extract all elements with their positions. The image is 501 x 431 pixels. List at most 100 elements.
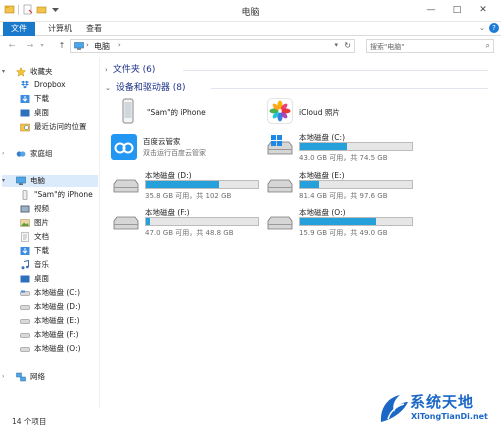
watermark-logo-icon [380,395,408,422]
sidebar-item-drive-o[interactable]: 本地磁盘 (O:) [20,343,81,355]
item-count: 14 个项目 [12,417,47,426]
breadcrumb-separator-icon[interactable]: › [86,41,89,49]
downloads-icon [20,247,30,255]
help-button[interactable]: ? [489,23,499,33]
sidebar-item-network[interactable]: › 网络 [2,371,45,383]
sidebar-item-recent-places[interactable]: 最近访问的位置 [20,121,87,133]
drive-icon [20,305,30,310]
expand-icon[interactable]: › [2,148,4,160]
computer-icon [74,42,84,50]
search-box[interactable]: ⌕ [366,39,494,53]
address-bar[interactable]: › 电脑 › ▾ ↻ [70,39,355,53]
drive-e[interactable]: 本地磁盘 (E:) 81.4 GB 可用，共 97.6 GB [267,170,417,200]
videos-icon [20,205,30,213]
sidebar-item-label: 本地磁盘 (D:) [34,302,81,311]
device-name: 百度云管家 [143,137,181,146]
sidebar-item-label: 桌面 [34,108,49,117]
group-title: 设备和驱动器 (8) [115,83,186,93]
device-name: "Sam"的 iPhone [147,108,206,117]
sidebar-item-label: 桌面 [34,274,49,283]
drive-f[interactable]: 本地磁盘 (F:) 47.0 GB 可用，共 48.8 GB [113,207,263,237]
sidebar-item-documents[interactable]: 文档 [20,231,49,243]
group-divider [183,70,488,71]
sidebar-item-pc-downloads[interactable]: 下载 [20,245,49,257]
sidebar-item-drive-c[interactable]: 本地磁盘 (C:) [20,287,80,299]
breadcrumb-chevron-icon[interactable]: › [118,41,121,49]
ribbon: 文件 计算机 查看 ⌄ ? [0,22,501,36]
sidebar-item-label: 本地磁盘 (E:) [34,316,80,325]
sidebar-item-dropbox[interactable]: Dropbox [20,79,66,91]
refresh-icon[interactable]: ↻ [344,41,351,50]
tab-computer[interactable]: 计算机 [40,22,80,36]
sidebar-item-music[interactable]: 音乐 [20,259,49,271]
sidebar-item-this-pc[interactable]: ▾ 电脑 [2,175,98,187]
minimize-button[interactable]: — [419,2,443,17]
baidu-cloud-icon [111,134,137,160]
expand-icon[interactable]: › [2,371,4,383]
forward-button[interactable]: → [24,40,36,52]
close-button[interactable]: ✕ [471,2,495,17]
folders-group-header[interactable]: › 文件夹 (6) [105,64,155,76]
drive-usage-fill [300,143,348,150]
sidebar-item-desktop[interactable]: 桌面 [20,107,49,119]
collapse-chevron-icon[interactable]: › [105,64,108,76]
sidebar-item-favorites[interactable]: ▾ 收藏夹 [2,66,53,78]
sidebar-item-label: 视频 [34,204,49,213]
drive-space-text: 47.0 GB 可用，共 48.8 GB [145,229,234,237]
sidebar-item-drive-d[interactable]: 本地磁盘 (D:) [20,301,81,313]
sidebar-item-label: 下载 [34,94,49,103]
drive-icon [20,319,30,324]
expand-icon[interactable]: ▾ [2,66,5,78]
breadcrumb[interactable]: 电脑 [94,41,110,52]
search-input[interactable] [370,41,470,52]
drive-d[interactable]: 本地磁盘 (D:) 35.8 GB 可用，共 102 GB [113,170,263,200]
expand-icon[interactable]: ▾ [2,175,5,187]
sidebar-item-drive-f[interactable]: 本地磁盘 (F:) [20,329,79,341]
title-bar: 电脑 — □ ✕ [0,0,501,22]
up-button[interactable]: ↑ [56,40,68,52]
sidebar-item-downloads[interactable]: 下载 [20,93,49,105]
drive-c[interactable]: 本地磁盘 (C:) 43.0 GB 可用，共 74.5 GB [267,132,417,162]
back-button[interactable]: ← [6,40,18,52]
group-divider [211,88,488,89]
sidebar-item-drive-e[interactable]: 本地磁盘 (E:) [20,315,80,327]
tab-view[interactable]: 查看 [82,22,106,36]
sidebar-item-label: Dropbox [34,80,66,89]
sidebar-item-pc-desktop[interactable]: 桌面 [20,273,49,285]
search-icon[interactable]: ⌕ [486,41,490,51]
drive-usage-fill [146,181,219,188]
device-icloud-photos[interactable]: iCloud 照片 [267,98,417,126]
computer-icon [16,176,26,185]
recent-locations-icon[interactable]: ▾ [38,40,46,52]
watermark: 系统天地 XiTongTianDi.net [376,389,501,431]
device-iphone[interactable]: "Sam"的 iPhone [115,98,265,126]
device-baidu-cloud[interactable]: 百度云管家 双击运行百度云管家 [111,134,261,162]
tab-file[interactable]: 文件 [3,22,35,36]
devices-group-header[interactable]: ⌄ 设备和驱动器 (8) [105,82,186,94]
drive-icon [113,179,139,193]
recent-places-icon [20,123,30,132]
window-controls: — □ ✕ [419,2,495,17]
sidebar-item-homegroup[interactable]: › 家庭组 [2,148,53,160]
device-description: 双击运行百度云管家 [143,149,206,157]
drive-icon [267,216,293,230]
watermark-url: XiTongTianDi.net [411,412,488,421]
maximize-button[interactable]: □ [445,2,469,17]
drive-space-text: 35.8 GB 可用，共 102 GB [145,192,232,200]
sidebar-item-label: 本地磁盘 (O:) [34,344,81,353]
drive-icon [267,179,293,193]
sidebar-item-iphone[interactable]: "Sam"的 iPhone [20,189,93,201]
sidebar-item-videos[interactable]: 视频 [20,203,49,215]
expand-ribbon-icon[interactable]: ⌄ [479,24,489,34]
drive-usage-bar [145,217,259,226]
sidebar-item-label: 家庭组 [30,149,53,158]
address-dropdown-icon[interactable]: ▾ [334,41,338,49]
expand-chevron-icon[interactable]: ⌄ [105,82,111,94]
iphone-icon [122,98,134,124]
downloads-icon [20,95,30,103]
drive-usage-bar [145,180,259,189]
sidebar-item-label: 图片 [34,218,49,227]
dropbox-icon [21,80,29,89]
sidebar-item-pictures[interactable]: 图片 [20,217,49,229]
drive-o[interactable]: 本地磁盘 (O:) 15.9 GB 可用，共 49.0 GB [267,207,417,237]
